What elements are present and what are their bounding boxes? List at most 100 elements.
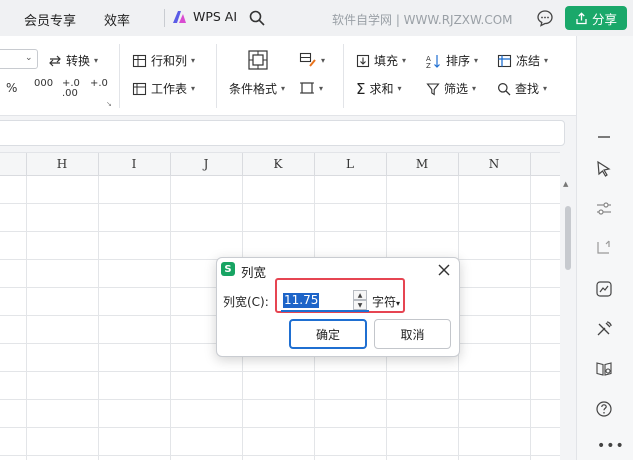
freeze-label: 冻结 — [516, 54, 541, 68]
decrease-decimal-button[interactable]: +.0 — [90, 78, 108, 89]
worksheet-button[interactable]: 工作表 ▾ — [132, 80, 195, 97]
search-icon[interactable] — [248, 9, 266, 27]
reading-icon[interactable] — [595, 360, 613, 378]
grid-line — [0, 231, 560, 232]
sort-label: 排序 — [446, 54, 471, 68]
scrollbar-thumb[interactable] — [565, 206, 571, 270]
formula-input[interactable] — [0, 120, 565, 146]
analysis-icon[interactable] — [595, 280, 613, 298]
transfer-icon[interactable] — [595, 238, 613, 256]
chevron-down-icon: ▾ — [474, 56, 479, 65]
border-button[interactable]: ▾ — [299, 80, 323, 96]
filter-button[interactable]: 筛选 ▾ — [426, 80, 476, 97]
grid-line — [0, 371, 560, 372]
sliders-icon[interactable] — [595, 200, 613, 218]
tab-member[interactable]: 会员专享 — [24, 10, 76, 29]
column-header-m[interactable]: M — [386, 157, 458, 171]
rows-cols-icon — [132, 54, 147, 67]
grid-line — [0, 399, 560, 400]
wps-ai-button[interactable]: WPS AI — [172, 9, 237, 24]
formula-bar — [0, 116, 576, 152]
worksheet-label: 工作表 — [151, 82, 188, 96]
divider — [119, 44, 120, 108]
decimal-zeros-glyph: .00 — [62, 88, 78, 99]
divider — [343, 44, 344, 108]
fill-label: 填充 — [374, 54, 399, 68]
collapse-icon[interactable] — [595, 128, 613, 146]
conditional-format-button[interactable]: 条件格式 ▾ — [229, 80, 285, 97]
grid-line — [0, 455, 560, 456]
column-width-selected-text: 11.75 — [283, 293, 320, 308]
fill-icon — [356, 54, 370, 67]
grid-line — [0, 427, 560, 428]
cell-style-button[interactable]: ▾ — [299, 52, 325, 68]
chevron-down-icon: ▾ — [543, 84, 548, 93]
wps-ai-icon — [173, 10, 186, 23]
sum-label: 求和 — [369, 82, 394, 96]
column-header-l[interactable]: L — [314, 157, 386, 171]
unit-dropdown[interactable]: 字符▾ — [372, 293, 400, 310]
ribbon-toolbar: ⌄ 转换 ▾ % 000 +.0 .00 +.0 ↘ 行和列 ▾ 工作表 ▾ 条件格式… — [0, 36, 576, 116]
sort-button[interactable]: AZ 排序 ▾ — [426, 52, 478, 69]
border-icon — [300, 82, 314, 94]
chevron-down-icon: ▾ — [281, 84, 286, 93]
convert-button[interactable]: 转换 ▾ — [48, 52, 98, 69]
title-bar: 会员专享 效率 WPS AI 软件自学网 | WWW.RJZXW.COM 分享 — [0, 0, 633, 36]
unit-label: 字符 — [372, 295, 397, 309]
share-button[interactable]: 分享 — [565, 6, 627, 30]
tools-icon[interactable] — [595, 320, 613, 338]
pointer-icon[interactable] — [595, 160, 613, 178]
sum-button[interactable]: Σ 求和 ▾ — [356, 80, 402, 97]
width-spinner[interactable]: ▲ ▼ — [353, 290, 367, 310]
convert-icon — [49, 55, 61, 66]
column-width-dialog: S 列宽 列宽(C): 11.75 ▲ ▼ 字符▾ 确定 取消 — [216, 257, 460, 357]
find-label: 查找 — [515, 82, 540, 96]
find-button[interactable]: 查找 ▾ — [497, 80, 547, 97]
filter-label: 筛选 — [444, 82, 469, 96]
chevron-down-icon: ▾ — [321, 55, 326, 65]
cancel-button[interactable]: 取消 — [374, 319, 451, 349]
percent-format-button[interactable]: % — [6, 81, 17, 95]
share-icon — [576, 11, 587, 24]
column-header-i[interactable]: I — [98, 157, 170, 171]
conditional-format-icon[interactable] — [247, 49, 269, 71]
number-format-dropdown[interactable]: ⌄ — [0, 49, 38, 69]
app-logo-icon: S — [221, 262, 235, 276]
worksheet-icon — [132, 82, 147, 95]
share-label: 分享 — [591, 11, 617, 27]
help-icon[interactable] — [595, 400, 613, 418]
rows-cols-button[interactable]: 行和列 ▾ — [132, 52, 195, 69]
chevron-down-icon: ▾ — [472, 84, 477, 93]
grid-line — [98, 176, 99, 460]
spinner-up-icon[interactable]: ▲ — [353, 290, 367, 300]
chat-icon[interactable] — [536, 9, 554, 27]
column-header-n[interactable]: N — [458, 157, 530, 171]
filter-icon — [426, 82, 440, 95]
column-header-row: H I J K L M N — [0, 152, 560, 177]
column-header-j[interactable]: J — [170, 157, 242, 171]
more-icon[interactable]: ••• — [597, 438, 625, 454]
spinner-down-icon[interactable]: ▼ — [353, 300, 367, 310]
svg-text:Z: Z — [426, 62, 431, 68]
thousands-format-button[interactable]: 000 — [34, 78, 53, 89]
sigma-icon: Σ — [356, 79, 366, 98]
column-header-h[interactable]: H — [26, 157, 98, 171]
dialog-launcher-icon[interactable]: ↘ — [106, 100, 112, 108]
fill-button[interactable]: 填充 ▾ — [356, 52, 406, 69]
tab-efficiency[interactable]: 效率 — [104, 10, 130, 29]
dialog-title: 列宽 — [241, 265, 267, 280]
freeze-button[interactable]: 冻结 ▾ — [497, 52, 548, 69]
close-icon[interactable] — [436, 262, 452, 278]
paint-brush-icon — [299, 52, 316, 67]
sort-icon: AZ — [426, 54, 440, 68]
column-header-k[interactable]: K — [242, 157, 314, 171]
chevron-down-icon: ▾ — [544, 56, 549, 65]
ok-button[interactable]: 确定 — [289, 319, 367, 349]
divider — [216, 44, 217, 108]
conditional-format-label: 条件格式 — [229, 82, 278, 96]
vertical-scrollbar[interactable] — [560, 152, 576, 460]
search-icon — [498, 82, 511, 95]
chevron-down-icon: ▾ — [191, 84, 196, 93]
site-watermark: 软件自学网 | WWW.RJZXW.COM — [332, 13, 513, 27]
scroll-up-icon[interactable]: ▲ — [563, 180, 568, 188]
